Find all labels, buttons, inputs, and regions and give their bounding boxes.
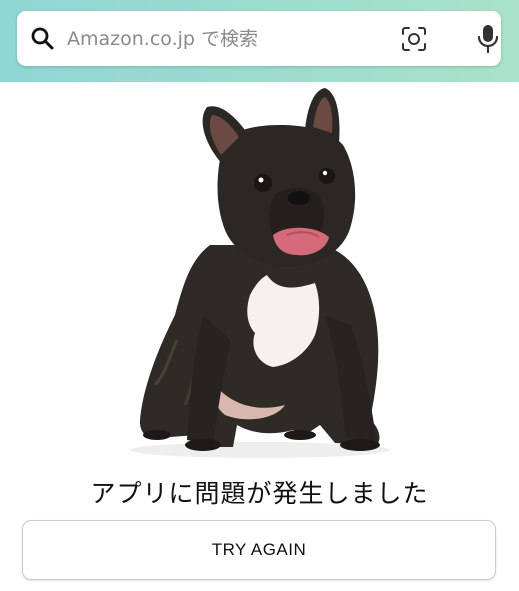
header-bar — [0, 0, 519, 82]
french-bulldog-image — [130, 88, 390, 458]
search-bar[interactable] — [17, 11, 501, 66]
camera-scan-icon[interactable] — [400, 25, 428, 53]
error-message: アプリに問題が発生しました — [90, 479, 429, 508]
microphone-icon[interactable] — [475, 23, 501, 55]
search-input[interactable] — [67, 21, 387, 57]
try-again-button[interactable]: TRY AGAIN — [22, 520, 496, 580]
search-icon[interactable] — [30, 26, 54, 50]
